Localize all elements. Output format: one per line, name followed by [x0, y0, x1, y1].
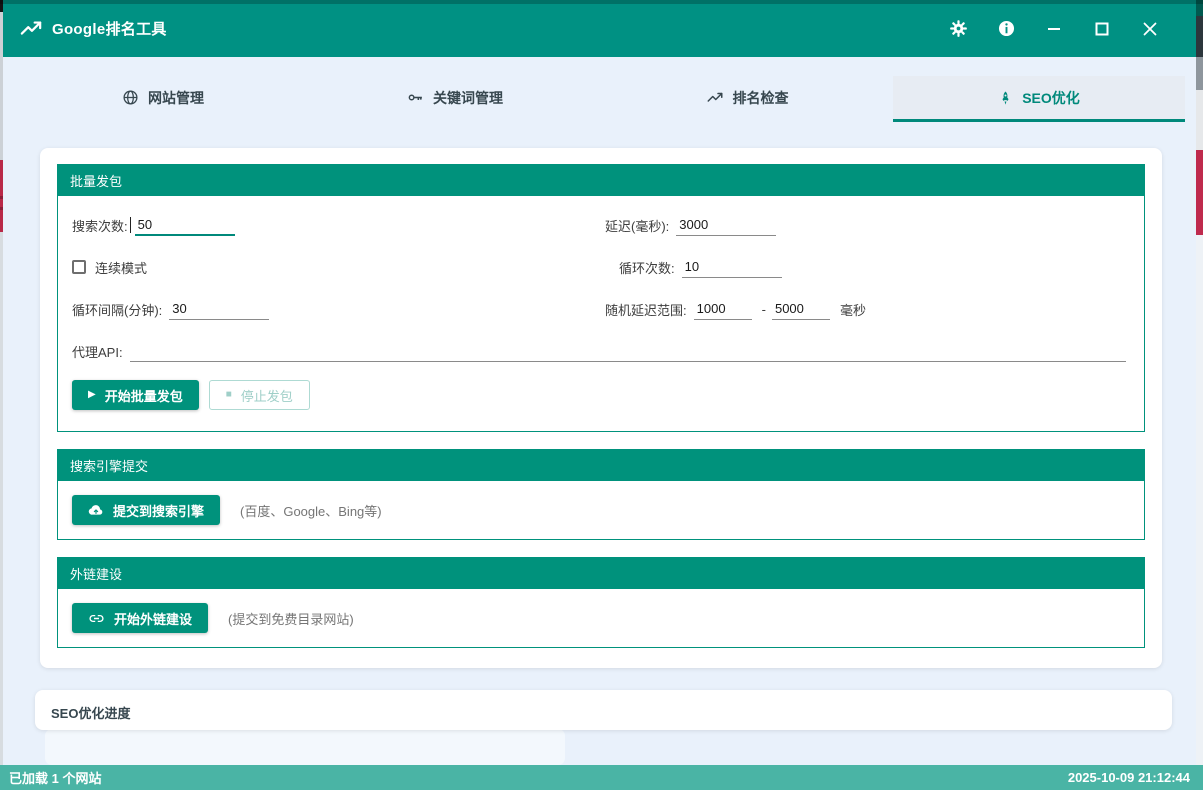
- random-delay-unit: 毫秒: [840, 300, 866, 319]
- maximize-icon: [1095, 22, 1109, 36]
- settings-button[interactable]: [934, 9, 982, 49]
- play-icon: ▶: [88, 390, 96, 400]
- proxy-api-input[interactable]: [130, 340, 1126, 362]
- continuous-mode-label: 连续模式: [95, 258, 147, 277]
- loop-count-label: 循环次数:: [619, 258, 675, 277]
- loop-interval-label: 循环间隔(分钟):: [72, 300, 162, 319]
- seo-progress-card: SEO优化进度: [35, 690, 1172, 730]
- start-backlink-button[interactable]: 开始外链建设: [72, 603, 208, 633]
- loop-interval-input[interactable]: [169, 298, 269, 320]
- seo-progress-title: SEO优化进度: [51, 703, 1156, 722]
- stop-batch-button[interactable]: ■ 停止发包: [209, 380, 310, 410]
- right-edge-artifact: [1196, 0, 1203, 765]
- globe-icon: [122, 89, 139, 106]
- trending-icon: [706, 89, 724, 107]
- seo-tools-card: 批量发包 搜索次数: 延迟(毫秒):: [40, 148, 1162, 668]
- search-count-input[interactable]: [135, 214, 235, 236]
- loop-count-input[interactable]: [682, 256, 782, 278]
- engine-submit-header: 搜索引擎提交: [57, 449, 1145, 481]
- backlink-hint: (提交到免费目录网站): [228, 609, 354, 628]
- progress-log-area: [45, 729, 565, 765]
- delay-input[interactable]: [676, 214, 776, 236]
- tab-label: SEO优化: [1022, 88, 1080, 108]
- start-batch-button[interactable]: ▶ 开始批量发包: [72, 380, 199, 410]
- cloud-upload-icon: [88, 503, 104, 517]
- tab-rank-check[interactable]: 排名检查: [601, 76, 893, 122]
- delay-label: 延迟(毫秒):: [605, 216, 669, 235]
- text-caret: [130, 217, 131, 233]
- search-count-label: 搜索次数:: [72, 216, 128, 235]
- app-window: Google排名工具: [0, 0, 1203, 790]
- close-icon: [1143, 22, 1157, 36]
- key-icon: [407, 89, 424, 106]
- backlink-section: 外链建设 开始外链建设 (提交到免费目录网站): [57, 557, 1145, 648]
- batch-section-header: 批量发包: [57, 164, 1145, 196]
- tab-label: 排名检查: [733, 88, 789, 108]
- window-top-border: [0, 0, 1203, 4]
- window-controls: [934, 9, 1174, 49]
- backlink-header: 外链建设: [57, 557, 1145, 589]
- random-delay-label: 随机延迟范围:: [605, 300, 687, 319]
- status-left-text: 已加载 1 个网站: [9, 768, 101, 787]
- batch-section: 批量发包 搜索次数: 延迟(毫秒):: [57, 164, 1145, 432]
- window-title: Google排名工具: [52, 18, 167, 39]
- trending-up-icon: [20, 18, 42, 40]
- tab-seo-optimization[interactable]: SEO优化: [893, 76, 1185, 122]
- stop-batch-label: 停止发包: [241, 386, 293, 405]
- titlebar: Google排名工具: [3, 0, 1196, 57]
- stop-icon: ■: [226, 390, 232, 400]
- statusbar: 已加载 1 个网站 2025-10-09 21:12:44: [0, 765, 1203, 790]
- engine-submit-hint: (百度、Google、Bing等): [240, 501, 382, 520]
- tab-label: 关键词管理: [433, 88, 503, 108]
- minimize-icon: [1047, 22, 1061, 36]
- engine-submit-section: 搜索引擎提交 提交到搜索引擎 (百度、Google、Bing等): [57, 449, 1145, 540]
- continuous-mode-checkbox[interactable]: [72, 260, 86, 274]
- maximize-button[interactable]: [1078, 9, 1126, 49]
- random-delay-min-input[interactable]: [694, 298, 752, 320]
- range-dash: -: [762, 302, 766, 317]
- start-batch-label: 开始批量发包: [105, 386, 183, 405]
- main-content: 批量发包 搜索次数: 延迟(毫秒):: [3, 122, 1196, 765]
- tabbar: 网站管理 关键词管理 排名检查: [3, 57, 1196, 122]
- submit-to-engines-label: 提交到搜索引擎: [113, 501, 204, 520]
- submit-to-engines-button[interactable]: 提交到搜索引擎: [72, 495, 220, 525]
- tab-keyword-management[interactable]: 关键词管理: [309, 76, 601, 122]
- link-icon: [88, 610, 105, 627]
- info-button[interactable]: [982, 9, 1030, 49]
- proxy-api-label: 代理API:: [72, 342, 123, 361]
- info-icon: [997, 19, 1016, 38]
- close-button[interactable]: [1126, 9, 1174, 49]
- tab-website-management[interactable]: 网站管理: [17, 76, 309, 122]
- start-backlink-label: 开始外链建设: [114, 609, 192, 628]
- gear-icon: [949, 19, 968, 38]
- left-edge-artifact: [0, 0, 3, 790]
- status-timestamp: 2025-10-09 21:12:44: [1068, 770, 1190, 785]
- random-delay-max-input[interactable]: [772, 298, 830, 320]
- rocket-icon: [998, 90, 1013, 106]
- minimize-button[interactable]: [1030, 9, 1078, 49]
- tab-label: 网站管理: [148, 88, 204, 108]
